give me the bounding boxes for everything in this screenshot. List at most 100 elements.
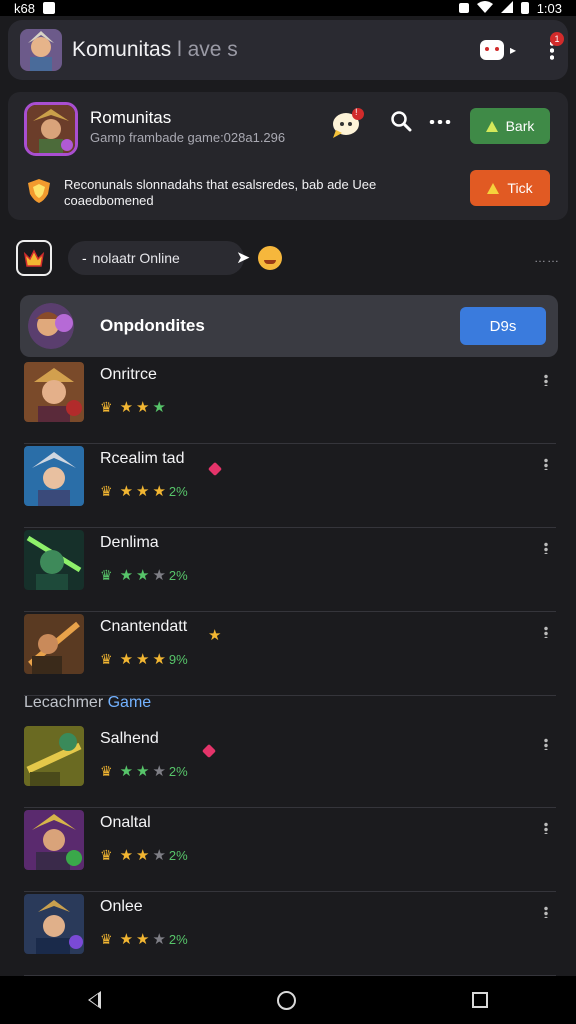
game-thumbnail (24, 726, 84, 786)
item-more-button[interactable] (544, 822, 548, 834)
list-item[interactable]: Onritrce ♛ ★ ★ ★ (24, 362, 556, 444)
game-thumbnail (24, 362, 84, 422)
game-thumbnail (24, 446, 84, 506)
star-icon: ★ (136, 567, 150, 584)
rating-value: 2% (168, 483, 188, 499)
featured-title: Onpdondites (100, 316, 205, 335)
shield-icon (26, 178, 52, 204)
gem-icon (207, 461, 223, 477)
game-thumbnail (24, 894, 84, 954)
game-rating: ♛ ★ ★ ★ 2% (100, 846, 188, 865)
app-avatar-icon[interactable] (20, 29, 62, 71)
game-name: Denlima (100, 534, 159, 551)
list-item[interactable]: Cnantendatt ★ ♛ ★ ★ ★ 9% (24, 614, 556, 696)
gem-icon (201, 743, 217, 759)
tick-button-label: Tick (507, 180, 533, 196)
gamepad-button[interactable]: ▸ (479, 40, 516, 60)
section-label-accent: Game (107, 694, 152, 711)
game-rating: ♛ ★ ★ ★ 9% (100, 650, 188, 669)
home-icon[interactable] (277, 990, 296, 1010)
star-icon: ★ (152, 763, 166, 780)
list-item[interactable]: Salhend ♛ ★ ★ ★ 2% (24, 726, 556, 808)
game-rating: ♛ ★ ★ ★ (100, 398, 169, 417)
item-more-button[interactable] (544, 374, 548, 386)
chat-badge: ! (355, 107, 358, 117)
star-icon: ★ (208, 627, 222, 644)
item-more-button[interactable] (544, 738, 548, 750)
more-horiz-icon[interactable] (428, 120, 452, 124)
crown-icon (23, 249, 45, 267)
bark-button[interactable]: Bark (470, 108, 550, 144)
game-name: Onaltal (100, 814, 151, 831)
crown-icon: ♛ (100, 930, 113, 947)
search-input[interactable]: - nolaatr Online (68, 241, 244, 275)
crown-icon: ♛ (100, 762, 113, 779)
wifi-icon (476, 0, 493, 16)
search-row: - nolaatr Online ➤ …… (16, 236, 560, 280)
game-rating: ♛ ★ ★ ★ 2% (100, 566, 188, 585)
game-name: Rcealim tad (100, 450, 185, 467)
star-icon: ★ (119, 651, 134, 668)
game-thumbnail (24, 810, 84, 870)
app-title-faded: l ave s (177, 38, 238, 61)
featured-avatar (28, 303, 74, 349)
list-item[interactable]: Onlee ♛ ★ ★ ★ 2% (24, 894, 556, 976)
send-arrow-icon[interactable]: ➤ (236, 248, 250, 268)
search-input-value: nolaatr Online (92, 250, 180, 266)
bark-button-label: Bark (505, 118, 535, 134)
crown-icon: ♛ (100, 398, 113, 415)
chat-bubble-button[interactable]: ! (330, 107, 364, 138)
back-icon[interactable] (88, 991, 101, 1009)
star-icon: ★ (136, 399, 150, 416)
item-more-button[interactable] (544, 626, 548, 638)
game-title: Romunitas (90, 108, 172, 127)
star-icon: ★ (136, 763, 150, 780)
star-icon: ★ (119, 847, 134, 864)
recents-icon[interactable] (472, 992, 488, 1008)
section-label-prefix: Lecachmer (24, 694, 104, 711)
star-icon: ★ (136, 651, 150, 668)
game-rating: ♛ ★ ★ ★ 2% (100, 930, 188, 949)
item-more-button[interactable] (544, 542, 548, 554)
game-notice-text: Reconunals slonnadahs that esalsredes, b… (64, 177, 377, 208)
crown-icon: ♛ (100, 482, 113, 499)
search-button[interactable] (390, 110, 412, 137)
game-name: Cnantendatt (100, 618, 188, 635)
gamepad-icon (479, 40, 504, 60)
star-icon: ★ (152, 651, 166, 668)
emoji-icon[interactable] (258, 246, 283, 270)
game-rating: ♛ ★ ★ ★ 2% (100, 762, 188, 781)
featured-action-button[interactable]: D9s (460, 307, 546, 345)
item-more-button[interactable] (544, 906, 548, 918)
list-item[interactable]: Denlima ♛ ★ ★ ★ 2% (24, 530, 556, 612)
list-item[interactable]: Rcealim tad ♛ ★ ★ ★ 2% (24, 446, 556, 528)
star-icon: ★ (119, 763, 134, 780)
item-more-button[interactable] (544, 458, 548, 470)
warning-icon (485, 120, 498, 132)
app-bar: Komunitas l ave s ▸ 1 (8, 20, 568, 80)
star-icon: ★ (119, 483, 134, 500)
game-name: Onritrce (100, 366, 157, 383)
star-icon: ★ (119, 399, 134, 416)
star-icon: ★ (119, 931, 134, 948)
game-subtitle: Gamp frambade game:028a1.296 (90, 130, 286, 145)
game-icon[interactable] (24, 102, 78, 156)
overflow-menu-button[interactable]: 1 (550, 32, 564, 60)
star-icon: ★ (136, 847, 150, 864)
list-item[interactable]: Onaltal ♛ ★ ★ ★ 2% (24, 810, 556, 892)
status-bar: k68 1:03 (0, 0, 576, 16)
tick-button[interactable]: Tick (470, 170, 550, 206)
warning-icon (487, 182, 500, 194)
featured-row[interactable]: Onpdondites D9s (20, 295, 558, 357)
crown-filter-button[interactable] (16, 240, 52, 276)
crown-icon: ♛ (100, 566, 113, 583)
game-thumbnail (24, 614, 84, 674)
status-carrier-text: k68 (14, 0, 35, 16)
dash-icon: - (82, 250, 87, 266)
notification-badge: 1 (550, 32, 564, 46)
search-more-button[interactable]: …… (534, 251, 560, 265)
star-icon: ★ (136, 483, 150, 500)
star-icon: ★ (152, 567, 166, 584)
rating-value: 2% (168, 931, 188, 947)
game-rating: ♛ ★ ★ ★ 2% (100, 482, 188, 501)
